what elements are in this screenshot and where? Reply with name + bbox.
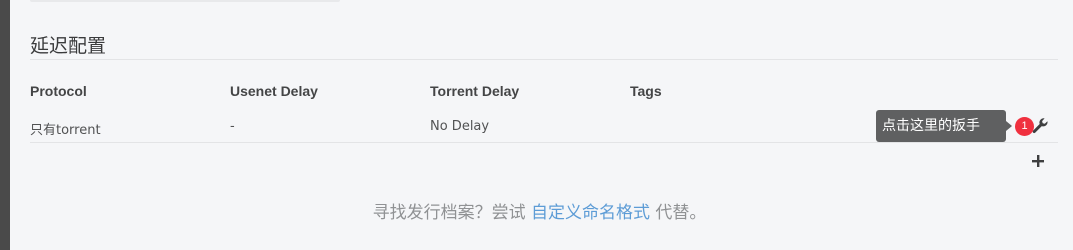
custom-naming-format-link[interactable]: 自定义命名格式 <box>531 203 650 223</box>
step-badge: 1 <box>1015 117 1034 136</box>
cell-protocol: 只有torrent <box>30 123 101 138</box>
footer-note: 寻找发行档案？尝试 自定义命名格式 代替。 <box>0 198 1073 223</box>
plus-icon[interactable] <box>1029 152 1047 170</box>
cell-torrent-delay: No Delay <box>430 119 490 134</box>
previous-card-edge <box>30 0 340 2</box>
column-header-torrent-delay: Torrent Delay <box>430 83 520 99</box>
column-header-usenet-delay: Usenet Delay <box>230 83 318 99</box>
section-title: 延迟配置 <box>30 35 107 57</box>
column-header-protocol: Protocol <box>30 83 87 99</box>
title-divider <box>30 59 1058 60</box>
cell-usenet-delay: - <box>230 119 235 134</box>
tooltip: 点击这里的扳手 <box>876 110 1006 142</box>
footer-text-after: 代替。 <box>650 203 707 223</box>
row-divider <box>30 142 1058 143</box>
tooltip-arrow <box>1006 121 1012 131</box>
footer-text-before: 寻找发行档案？尝试 <box>372 203 531 223</box>
column-header-tags: Tags <box>630 83 662 99</box>
